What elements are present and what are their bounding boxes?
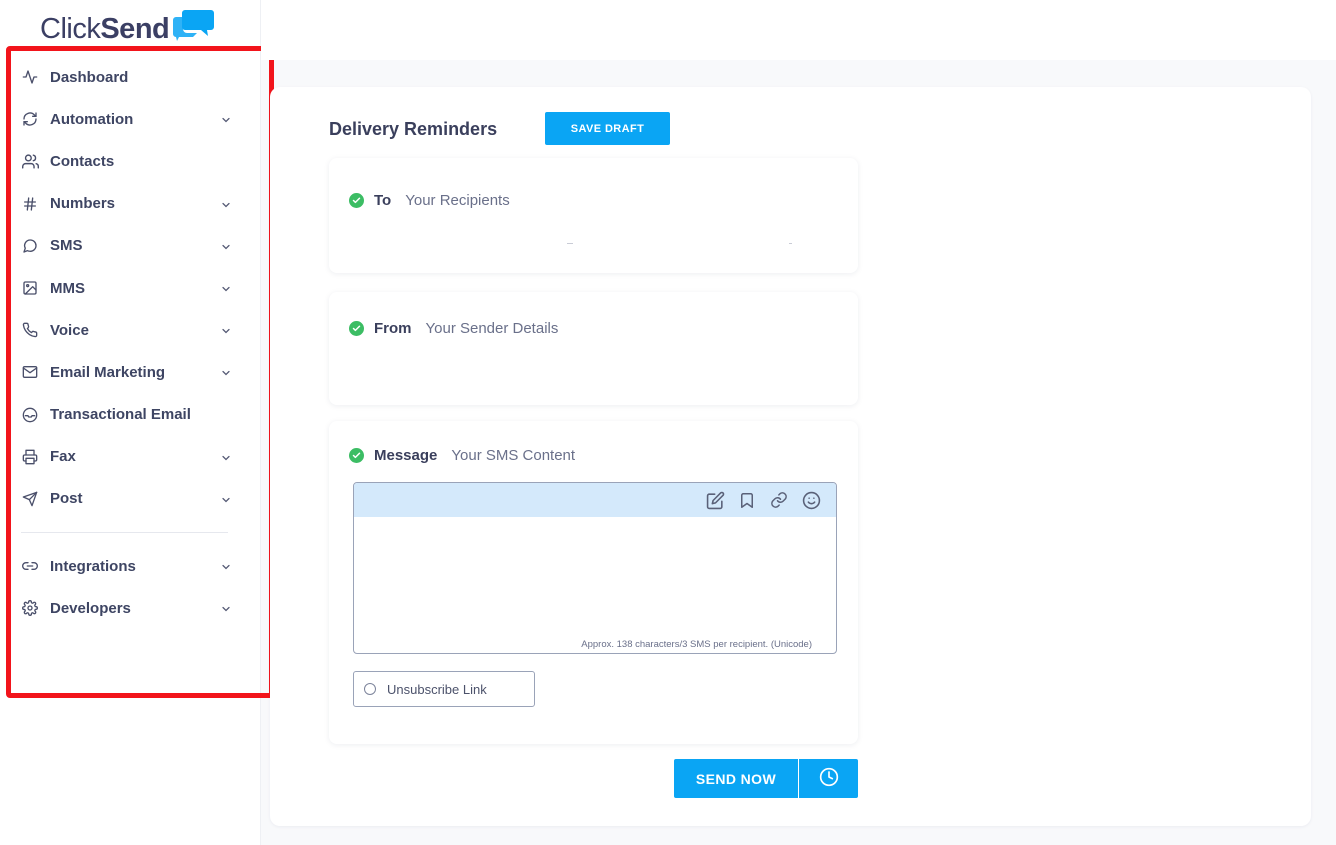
clock-icon	[819, 767, 839, 790]
radio-icon[interactable]	[364, 683, 376, 695]
edit-icon[interactable]	[704, 489, 726, 511]
sidebar-item-transactional-email[interactable]: Transactional Email	[21, 394, 236, 436]
message-editor[interactable]: Approx. 138 characters/3 SMS per recipie…	[353, 482, 837, 654]
sidebar-item-label: Contacts	[50, 152, 115, 170]
check-circle-icon	[349, 321, 364, 336]
page-title: Delivery Reminders	[329, 119, 498, 139]
bookmark-icon[interactable]	[736, 489, 758, 511]
sidebar-item-dashboard[interactable]: Dashboard	[21, 56, 236, 98]
link-icon[interactable]	[768, 489, 790, 511]
sidebar-divider	[21, 532, 228, 534]
logo-text-bold: Send	[100, 13, 170, 45]
chevron-down-icon[interactable]	[220, 324, 232, 336]
image-icon	[21, 279, 39, 297]
sidebar-item-label: Integrations	[50, 557, 136, 575]
clicksend-logo[interactable]: ClickSend	[40, 10, 215, 47]
schedule-button[interactable]	[799, 759, 858, 798]
top-bar	[261, 0, 1336, 60]
sidebar-item-label: Numbers	[50, 195, 116, 213]
message-circle-icon	[21, 237, 39, 255]
sidebar-item-label: Dashboard	[50, 68, 129, 86]
send-now-button[interactable]: SEND NOW	[674, 759, 798, 798]
message-section: Message Your SMS Content Approx. 138 cha…	[329, 421, 858, 744]
from-section-header: From Your Sender Details	[349, 320, 558, 337]
smile-icon[interactable]	[800, 489, 822, 511]
message-subtitle: Your SMS Content	[451, 447, 576, 464]
to-section[interactable]: To Your Recipients	[329, 158, 858, 273]
sidebar-item-numbers[interactable]: Numbers	[21, 183, 236, 225]
chevron-down-icon[interactable]	[220, 602, 232, 614]
sidebar-nav: Dashboard Automation Contacts Numbers SM…	[21, 56, 236, 629]
sidebar-item-label: Automation	[50, 110, 134, 128]
phone-icon	[21, 321, 39, 339]
character-count: Approx. 138 characters/3 SMS per recipie…	[581, 639, 812, 650]
check-circle-icon	[349, 193, 364, 208]
chevron-down-icon[interactable]	[220, 113, 232, 125]
chevron-down-icon[interactable]	[220, 282, 232, 294]
chevron-down-icon[interactable]	[220, 198, 232, 210]
from-label: From	[374, 320, 412, 337]
sidebar-item-label: Post	[50, 490, 83, 508]
sidebar-item-label: MMS	[50, 279, 85, 297]
settings-icon	[21, 599, 39, 617]
chevron-down-icon[interactable]	[220, 560, 232, 572]
sidebar: ClickSend Dashboard Automation Contacts …	[0, 0, 261, 845]
sidebar-item-integrations[interactable]: Integrations	[21, 545, 236, 587]
unsubscribe-label: Unsubscribe Link	[387, 681, 487, 697]
sidebar-item-voice[interactable]: Voice	[21, 309, 236, 351]
from-section[interactable]: From Your Sender Details	[329, 292, 858, 405]
users-icon	[21, 152, 39, 170]
chevron-down-icon[interactable]	[220, 493, 232, 505]
refresh-icon	[21, 110, 39, 128]
sidebar-item-mms[interactable]: MMS	[21, 267, 236, 309]
sidebar-item-developers[interactable]: Developers	[21, 587, 236, 629]
to-section-header: To Your Recipients	[349, 192, 510, 209]
sidebar-item-label: Fax	[50, 448, 76, 466]
sidebar-item-email-marketing[interactable]: Email Marketing	[21, 351, 236, 393]
from-subtitle: Your Sender Details	[425, 320, 559, 337]
sidebar-item-label: Voice	[50, 321, 89, 339]
message-label: Message	[374, 447, 438, 464]
send-icon	[21, 490, 39, 508]
faint-mark	[789, 243, 792, 244]
send-button-group: SEND NOW	[674, 759, 858, 798]
message-section-header: Message Your SMS Content	[349, 447, 575, 464]
sidebar-item-automation[interactable]: Automation	[21, 98, 236, 140]
chevron-down-icon[interactable]	[220, 451, 232, 463]
activity-icon	[21, 68, 39, 86]
editor-toolbar	[354, 483, 836, 517]
to-subtitle: Your Recipients	[405, 192, 510, 209]
hash-icon	[21, 195, 39, 213]
sidebar-item-fax[interactable]: Fax	[21, 436, 236, 478]
sidebar-item-label: Transactional Email	[50, 406, 191, 424]
sidebar-item-post[interactable]: Post	[21, 478, 236, 520]
to-label: To	[374, 192, 392, 209]
sidebar-item-label: Developers	[50, 599, 131, 617]
faint-mark	[567, 243, 573, 244]
chevron-down-icon[interactable]	[220, 366, 232, 378]
inbox-icon	[21, 406, 39, 424]
chevron-down-icon[interactable]	[220, 240, 232, 252]
sidebar-item-label: SMS	[50, 237, 83, 255]
unsubscribe-link-toggle[interactable]: Unsubscribe Link	[353, 671, 535, 707]
sidebar-item-contacts[interactable]: Contacts	[21, 140, 236, 182]
mail-icon	[21, 363, 39, 381]
printer-icon	[21, 448, 39, 466]
save-draft-button[interactable]: SAVE DRAFT	[545, 112, 670, 145]
link-icon	[21, 557, 39, 575]
sidebar-item-label: Email Marketing	[50, 363, 166, 381]
sidebar-item-sms[interactable]: SMS	[21, 225, 236, 267]
chat-bubble-logo-icon	[173, 8, 215, 47]
check-circle-icon	[349, 448, 364, 463]
logo-text-light: Click	[40, 13, 101, 45]
